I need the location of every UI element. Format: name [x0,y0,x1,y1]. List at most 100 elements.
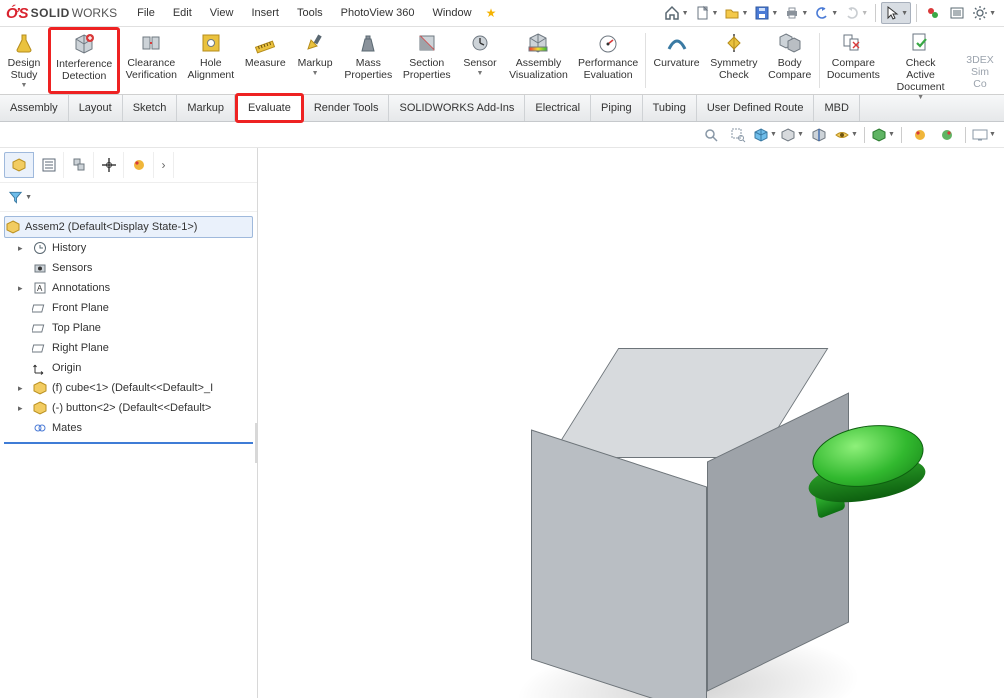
tree-node-label: Front Plane [52,302,109,314]
assembly-icon [5,219,21,235]
menu-items: FileEditViewInsertToolsPhotoView 360Wind… [129,3,480,23]
blank-icon [968,31,992,52]
menu-window[interactable]: Window [424,3,479,23]
performance-button[interactable]: PerformanceEvaluation [573,29,643,92]
view-orientation-button[interactable]: ▼ [753,124,777,146]
home-button[interactable]: ▼ [661,2,691,24]
new-button[interactable]: ▼ [693,2,721,24]
tree-node[interactable]: Sensors [4,258,253,278]
tree-node[interactable]: Origin [4,358,253,378]
tree-node[interactable]: ▸(-) button<2> (Default<<Default> [4,398,253,418]
tab-render-tools[interactable]: Render Tools [304,95,390,121]
configuration-manager-tab[interactable] [64,152,94,178]
hole-button[interactable]: HoleAlignment [182,29,239,92]
expander-icon[interactable]: ▸ [18,403,28,414]
display-style-button[interactable]: ▼ [780,124,804,146]
symmetry-button[interactable]: SymmetryCheck [705,29,763,92]
tree-node-label: Sensors [52,262,92,274]
tab-mbd[interactable]: MBD [814,95,859,121]
interference-button[interactable]: InterferenceDetection [48,27,120,94]
render-region-button[interactable] [935,124,959,146]
3dex-button[interactable]: 3DEXSimCo [956,29,1004,92]
menu-insert[interactable]: Insert [243,3,287,23]
property-manager-tab[interactable] [34,152,64,178]
tab-layout[interactable]: Layout [69,95,123,121]
compare-button[interactable]: CompareDocuments [822,29,886,92]
tree-node[interactable]: ▸ A Annotations [4,278,253,298]
save-button[interactable]: ▼ [752,2,780,24]
section-button[interactable]: SectionProperties [398,29,456,92]
display-manager-tab[interactable] [124,152,154,178]
plane-icon [32,340,48,356]
mass-icon [356,31,380,55]
tree-node[interactable]: Front Plane [4,298,253,318]
apply-scene-button[interactable] [908,124,932,146]
print-button[interactable]: ▼ [782,2,810,24]
feature-tree[interactable]: Assem2 (Default<Display State-1>) ▸Histo… [0,212,257,698]
tab-piping[interactable]: Piping [591,95,643,121]
markup-button[interactable]: Markup▼ [291,29,339,92]
star-icon[interactable]: ★ [486,6,497,20]
tab-markup[interactable]: Markup [177,95,235,121]
select-button[interactable]: ▼ [881,2,911,24]
workspace: › ▼ Assem2 (Default<Display State-1>) ▸H… [0,148,1004,698]
menu-file[interactable]: File [129,3,163,23]
tab-solidworks-add-ins[interactable]: SOLIDWORKS Add-Ins [389,95,525,121]
edit-appearance-button[interactable]: ▼ [871,124,895,146]
model-button[interactable] [808,426,928,516]
tree-node[interactable]: Mates [4,418,253,438]
check-active-button[interactable]: Check ActiveDocument▼ [885,29,956,92]
expander-icon[interactable]: ▸ [18,243,28,254]
redo-button[interactable]: ▼ [842,2,870,24]
tab-evaluate[interactable]: Evaluate [235,93,304,123]
tab-electrical[interactable]: Electrical [525,95,591,121]
tree-node[interactable]: Top Plane [4,318,253,338]
tree-node[interactable]: ▸(f) cube<1> (Default<<Default>_I [4,378,253,398]
menu-tools[interactable]: Tools [289,3,331,23]
view-settings-button[interactable]: ▼ [972,124,996,146]
markup-icon [303,31,327,55]
clearance-button[interactable]: ClearanceVerification [120,29,182,92]
open-button[interactable]: ▼ [722,2,750,24]
tab-tubing[interactable]: Tubing [643,95,697,121]
tree-node-label: Annotations [52,282,110,294]
dimxpert-manager-tab[interactable] [94,152,124,178]
tab-assembly[interactable]: Assembly [0,95,69,121]
tree-node-label: Mates [52,422,82,434]
body-button[interactable]: BodyCompare [763,29,817,92]
tab-user-defined-route[interactable]: User Defined Route [697,95,815,121]
tree-root[interactable]: Assem2 (Default<Display State-1>) [4,216,253,238]
sensor-button[interactable]: Sensor▼ [456,29,504,92]
flask-icon [12,31,36,55]
svg-text:A: A [37,284,43,293]
menu-photoview-360[interactable]: PhotoView 360 [333,3,423,23]
expander-icon[interactable]: ▸ [18,383,28,394]
undo-button[interactable]: ▼ [812,2,840,24]
curvature-button[interactable]: Curvature [648,29,705,92]
options-list-button[interactable] [946,2,968,24]
expander-icon[interactable]: ▸ [18,283,28,294]
zoom-fit-button[interactable] [699,124,723,146]
tree-node[interactable]: Right Plane [4,338,253,358]
dropdown-arrow-icon: ▼ [917,94,924,102]
heads-up-view-toolbar: ▼ ▼ ▼ ▼ ▼ [0,122,1004,148]
menu-edit[interactable]: Edit [165,3,200,23]
mass-button[interactable]: MassProperties [339,29,397,92]
more-managers-button[interactable]: › [154,152,174,178]
history-icon [32,240,48,256]
tab-sketch[interactable]: Sketch [123,95,178,121]
section-view-button[interactable] [807,124,831,146]
design-button[interactable]: DesignStudy▼ [0,29,48,92]
assembly-button[interactable]: AssemblyVisualization [504,29,573,92]
hide-show-button[interactable]: ▼ [834,124,858,146]
graphics-viewport[interactable] [258,148,1004,698]
tree-node[interactable]: ▸History [4,238,253,258]
settings-button[interactable]: ▼ [970,2,998,24]
zoom-area-button[interactable] [726,124,750,146]
filter-button[interactable]: ▼ [8,187,32,207]
feature-manager-tab[interactable] [4,152,34,178]
measure-button[interactable]: Measure [239,29,291,92]
menu-view[interactable]: View [202,3,242,23]
rebuild-button[interactable] [922,2,944,24]
dropdown-arrow-icon: ▼ [21,82,28,90]
